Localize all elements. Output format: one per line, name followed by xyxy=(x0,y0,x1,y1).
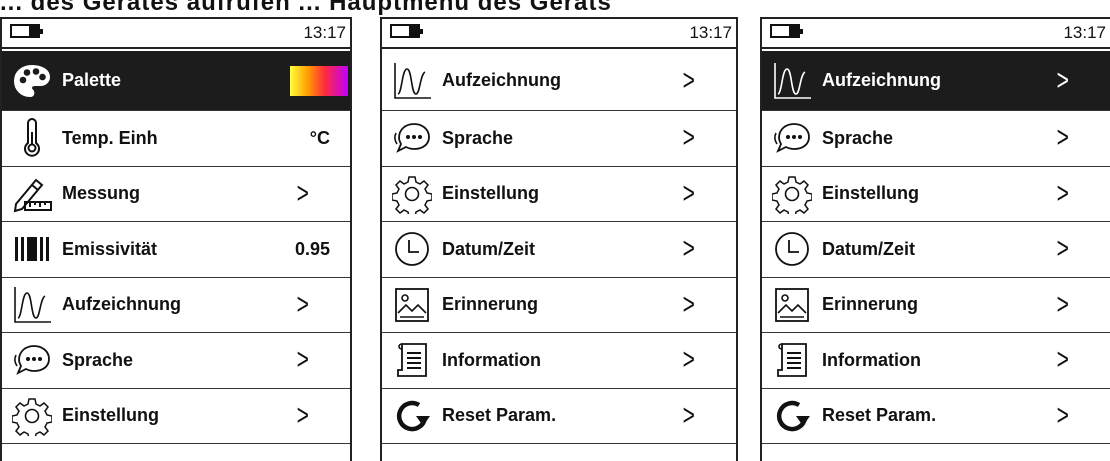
chevron-right-icon: > xyxy=(1057,63,1070,97)
chevron-right-icon: > xyxy=(297,287,310,321)
chevron-right-icon: > xyxy=(683,232,696,266)
menu-item-label: Aufzeichnung xyxy=(822,70,941,90)
menu-item-aufzeichnung[interactable]: Aufzeichnung > xyxy=(382,51,736,111)
speech-bubble-icon xyxy=(390,118,434,158)
menu-item-einstellung[interactable]: Einstellung > xyxy=(762,167,1110,222)
gear-icon xyxy=(10,396,54,436)
chevron-right-icon: > xyxy=(297,343,310,377)
cropped-caption: ... des Gerätes aufrufen ... Hauptmenü d… xyxy=(0,0,1110,16)
chevron-right-icon: > xyxy=(683,398,696,432)
waveform-icon xyxy=(770,61,814,101)
menu-item-erinnerung[interactable]: Erinnerung > xyxy=(762,278,1110,333)
status-bar: 13:17 xyxy=(762,19,1110,49)
caption-text: ... des Gerätes aufrufen ... Hauptmenü d… xyxy=(0,0,612,16)
menu-item-label: Erinnerung xyxy=(442,294,539,315)
chevron-right-icon: > xyxy=(1057,287,1070,321)
menu-item-emissivit-t[interactable]: Emissivität 0.95 xyxy=(2,222,350,278)
gear-icon xyxy=(770,174,814,214)
menu-item-label: Datum/Zeit xyxy=(822,238,916,259)
menu-item-sprache[interactable]: Sprache > xyxy=(762,111,1110,167)
reset-icon xyxy=(770,396,814,436)
menu-item-label: Messung xyxy=(62,183,141,204)
menu-item-value: 0.95 xyxy=(294,238,330,259)
menu-item-label: Datum/Zeit xyxy=(442,238,536,259)
menu-item-reset-param[interactable]: Reset Param. > xyxy=(382,389,736,444)
menu-item-einstellung[interactable]: Einstellung > xyxy=(382,167,736,222)
document-icon xyxy=(770,340,814,380)
menu-item-reset-param[interactable]: Reset Param. > xyxy=(762,389,1110,444)
menu-item-label: Information xyxy=(442,349,541,370)
waveform-icon xyxy=(390,61,434,101)
menu-item-label: Einstellung xyxy=(822,183,920,204)
device-screen-2: 13:17 Aufzeichnung > Sprache > Einstellung > Da… xyxy=(380,17,738,461)
menu-item-sprache[interactable]: Sprache > xyxy=(2,333,350,389)
battery-icon xyxy=(390,24,423,38)
menu-item-label: Einstellung xyxy=(62,405,160,426)
palette-icon xyxy=(10,61,54,101)
battery-icon xyxy=(10,24,43,38)
clock-icon xyxy=(770,229,814,269)
chevron-right-icon: > xyxy=(683,121,696,155)
document-icon xyxy=(390,340,434,380)
chevron-right-icon: > xyxy=(683,343,696,377)
device-screen-3: 13:17 Aufzeichnung > Sprache > Einstellung > Da… xyxy=(760,17,1110,461)
clock-time: 13:17 xyxy=(303,23,346,42)
battery-icon xyxy=(770,24,803,38)
palette-gradient-preview xyxy=(290,65,348,96)
menu-item-datum-zeit[interactable]: Datum/Zeit > xyxy=(762,222,1110,278)
chevron-right-icon: > xyxy=(297,398,310,432)
clock-icon xyxy=(390,229,434,269)
image-icon xyxy=(390,285,434,325)
menu-item-label: Erinnerung xyxy=(822,294,919,315)
menu-item-label: Temp. Einh xyxy=(62,127,158,148)
menu-item-label: Reset Param. xyxy=(442,405,557,426)
menu-item-sprache[interactable]: Sprache > xyxy=(382,111,736,167)
chevron-right-icon: > xyxy=(683,63,696,97)
menu-item-label: Information xyxy=(822,349,921,370)
status-bar: 13:17 xyxy=(382,19,736,49)
clock-time: 13:17 xyxy=(689,23,732,42)
menu-item-label: Aufzeichnung xyxy=(62,294,181,315)
menu-item-aufzeichnung[interactable]: Aufzeichnung > xyxy=(762,51,1110,111)
menu-item-label: Einstellung xyxy=(442,183,540,204)
menu-item-label: Sprache xyxy=(442,127,514,148)
menu-item-label: Aufzeichnung xyxy=(442,70,561,90)
emissivity-icon xyxy=(10,229,54,269)
menu-item-information[interactable]: Information > xyxy=(762,333,1110,389)
menu-item-palette[interactable]: Palette xyxy=(2,51,350,111)
chevron-right-icon: > xyxy=(1057,232,1070,266)
gear-icon xyxy=(390,174,434,214)
menu-item-aufzeichnung[interactable]: Aufzeichnung > xyxy=(2,278,350,333)
chevron-right-icon: > xyxy=(683,176,696,210)
menu-item-label: Reset Param. xyxy=(822,405,937,426)
device-screen-1: 13:17 Palette Temp. Einh °C Messung > Emissivi… xyxy=(0,17,352,461)
status-bar: 13:17 xyxy=(2,19,350,49)
chevron-right-icon: > xyxy=(1057,398,1070,432)
menu-item-einstellung[interactable]: Einstellung > xyxy=(2,389,350,444)
ruler-pen-icon xyxy=(10,174,54,214)
speech-bubble-icon xyxy=(10,340,54,380)
image-icon xyxy=(770,285,814,325)
thermometer-icon xyxy=(10,118,54,158)
menu-item-label: Sprache xyxy=(822,127,894,148)
menu-item-messung[interactable]: Messung > xyxy=(2,167,350,222)
menu-item-information[interactable]: Information > xyxy=(382,333,736,389)
menu-item-label: Palette xyxy=(62,70,122,90)
menu-item-label: Sprache xyxy=(62,349,134,370)
menu-item-temp-einh[interactable]: Temp. Einh °C xyxy=(2,111,350,167)
speech-bubble-icon xyxy=(770,118,814,158)
reset-icon xyxy=(390,396,434,436)
menu-item-erinnerung[interactable]: Erinnerung > xyxy=(382,278,736,333)
chevron-right-icon: > xyxy=(683,287,696,321)
chevron-right-icon: > xyxy=(1057,121,1070,155)
menu-item-datum-zeit[interactable]: Datum/Zeit > xyxy=(382,222,736,278)
menu-item-value: °C xyxy=(309,127,330,148)
chevron-right-icon: > xyxy=(297,176,310,210)
clock-time: 13:17 xyxy=(1063,23,1106,42)
waveform-icon xyxy=(10,285,54,325)
menu-item-label: Emissivität xyxy=(62,238,158,259)
chevron-right-icon: > xyxy=(1057,343,1070,377)
chevron-right-icon: > xyxy=(1057,176,1070,210)
